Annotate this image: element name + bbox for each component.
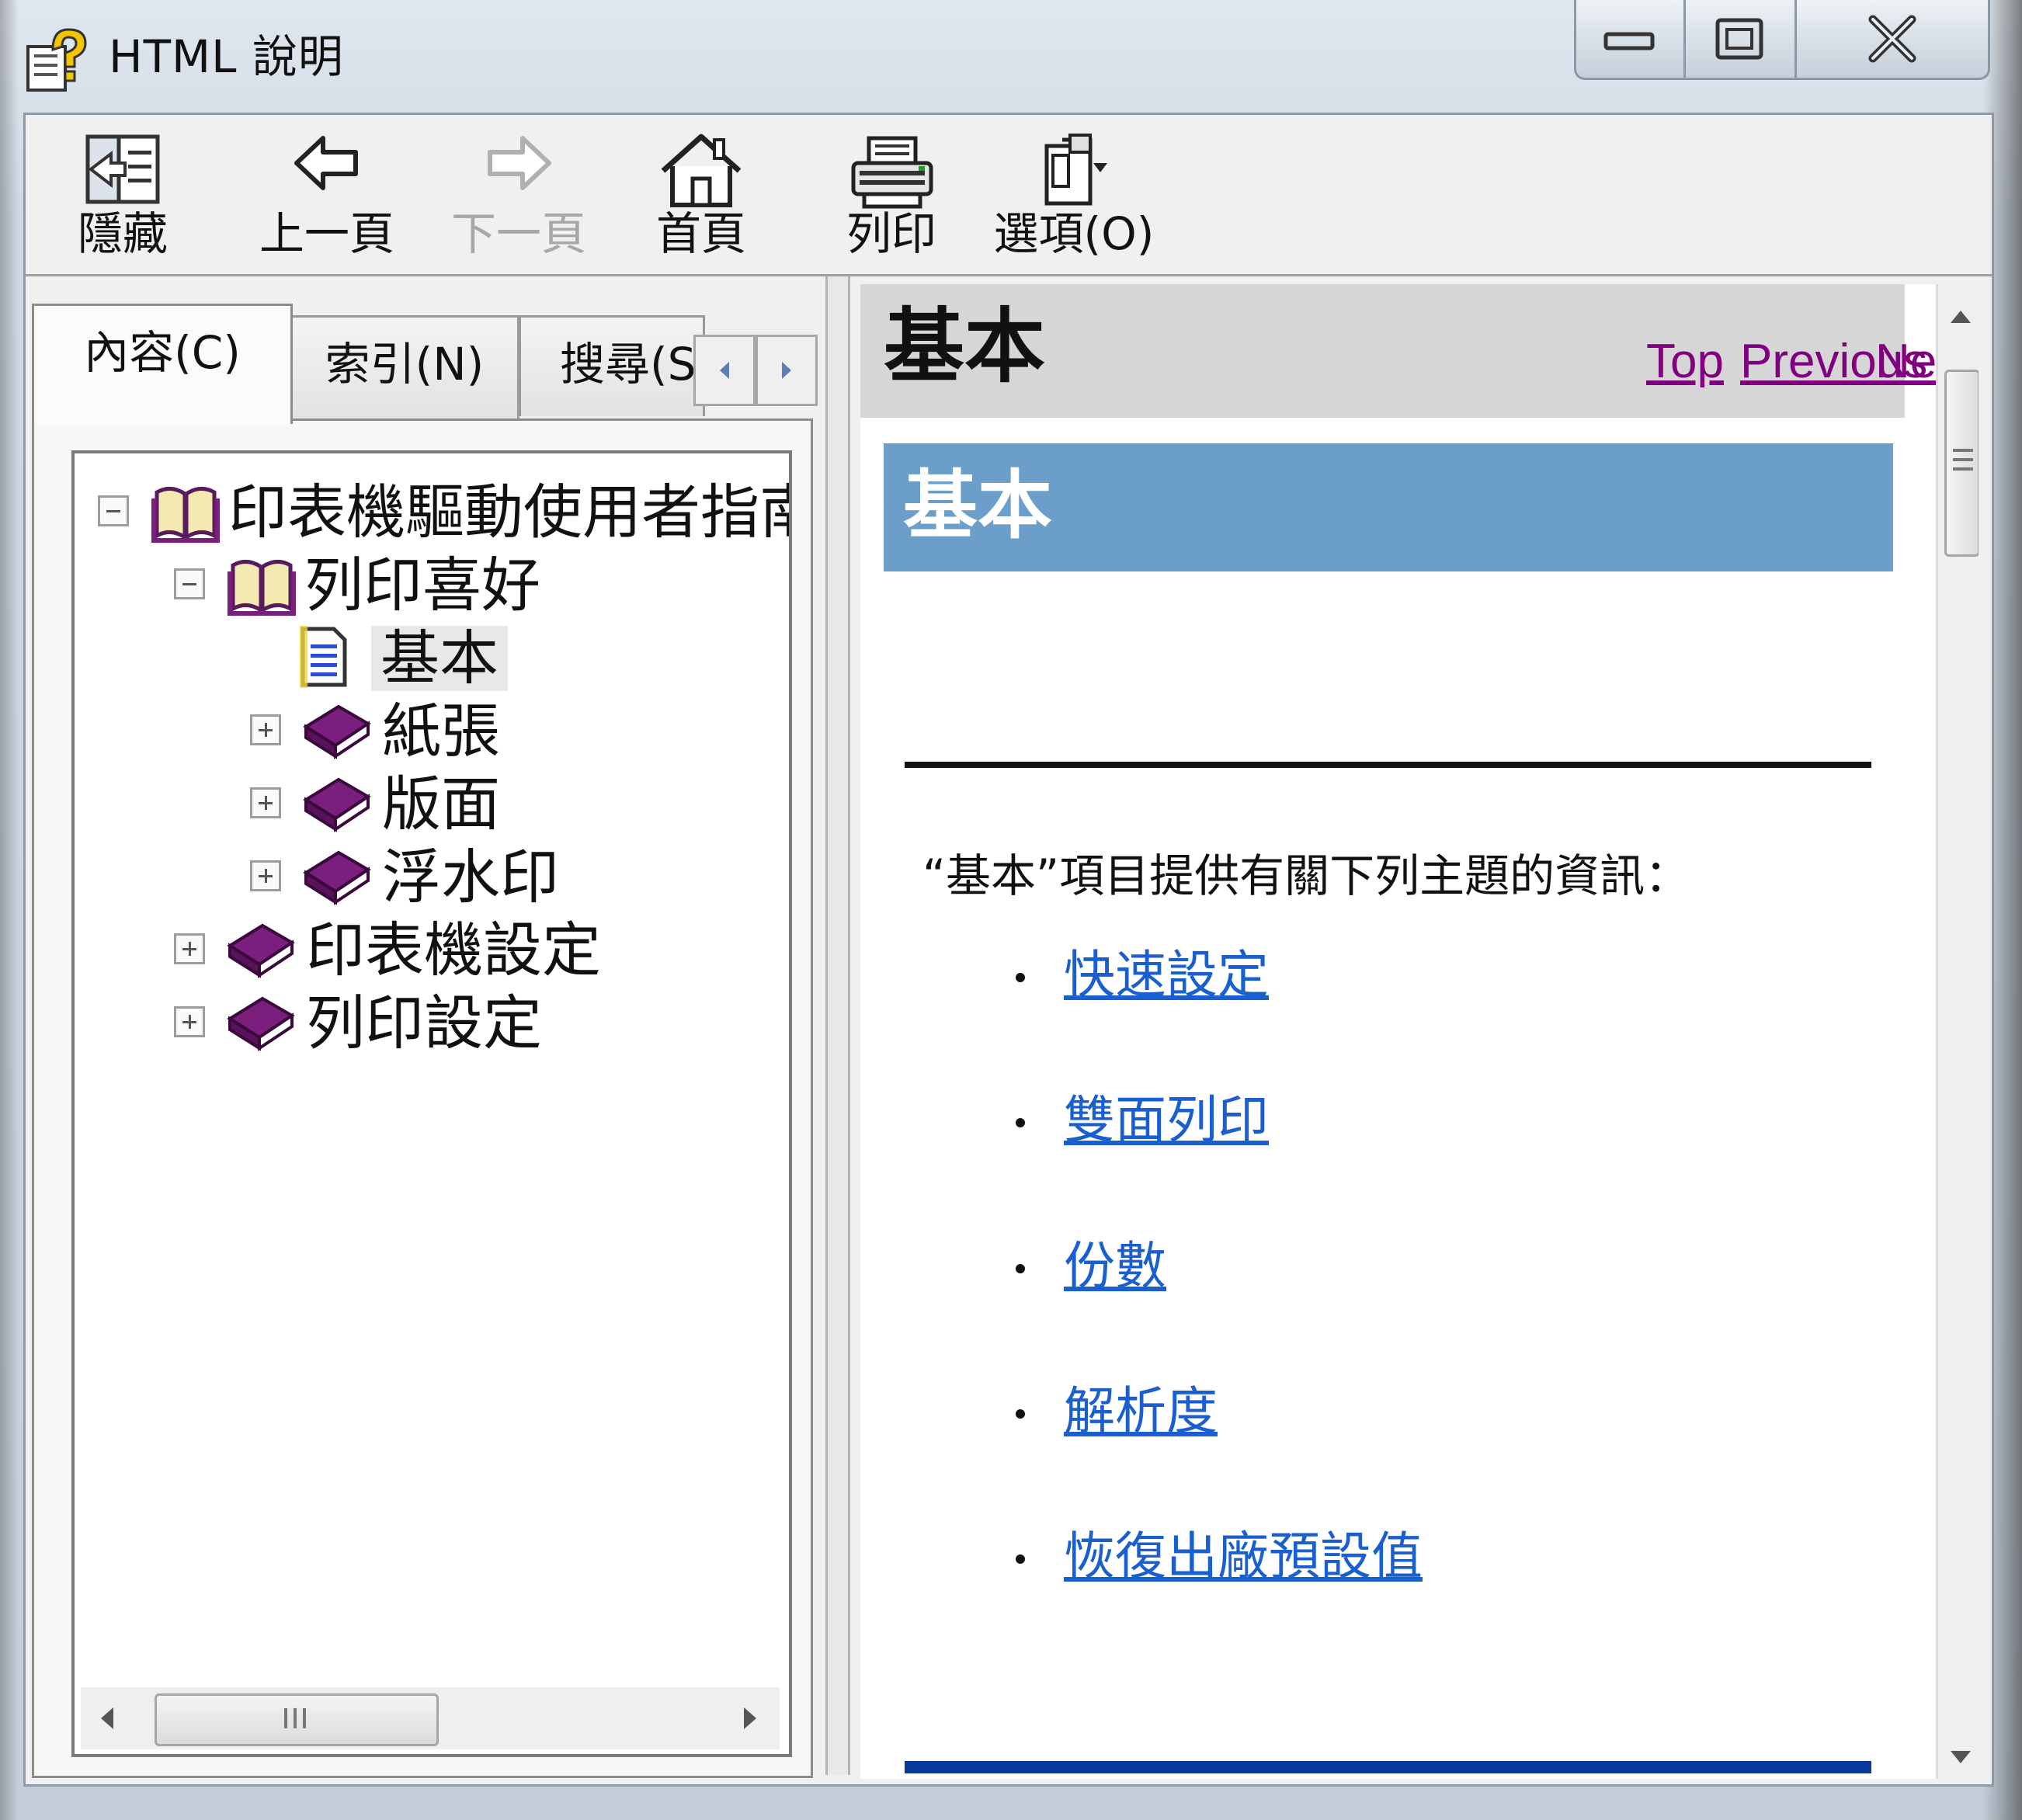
forward-button[interactable]: 下一頁	[426, 115, 612, 274]
toolbar: 隱藏 上一頁 下一頁 首頁 列印 選項(O)	[26, 115, 1992, 276]
expand-icon[interactable]	[250, 714, 281, 745]
section-divider	[905, 762, 1871, 768]
client-area: 隱藏 上一頁 下一頁 首頁 列印 選項(O) 內容(C) 索引(N) 搜尋(S)…	[23, 113, 1994, 1787]
print-button[interactable]: 列印	[829, 115, 954, 274]
hide-label: 隱藏	[77, 207, 168, 260]
topic-header-title: 基本	[884, 298, 1046, 394]
scroll-left-icon[interactable]	[98, 1704, 116, 1732]
tab-contents[interactable]: 內容(C)	[32, 304, 293, 424]
scroll-up-icon[interactable]	[1947, 307, 1974, 326]
minimize-button[interactable]	[1576, 0, 1686, 78]
contents-tab-panel: 印表機驅動使用者指南 列印喜好 基本 紙張 版面 浮水印 印表機設定 列印設定	[32, 419, 813, 1778]
arrow-left-icon	[720, 362, 729, 379]
maximize-button[interactable]	[1686, 0, 1797, 78]
tree-label-layout: 版面	[382, 769, 500, 839]
bullet	[1016, 1554, 1025, 1564]
title-bar[interactable]: HTML 說明	[0, 0, 2022, 113]
topic-link-quick-setup[interactable]: 快速設定	[1064, 940, 1269, 1010]
tab-scroll-right-button[interactable]	[756, 335, 818, 406]
book-icon	[301, 769, 371, 839]
options-label: 選項(O)	[993, 207, 1155, 260]
topic-link-resolution[interactable]: 解析度	[1064, 1377, 1218, 1447]
tab-scroll-left-button[interactable]	[693, 335, 756, 406]
arrow-right-icon	[782, 362, 791, 379]
caption-buttons	[1574, 0, 1990, 80]
collapse-icon[interactable]	[174, 568, 205, 599]
bullet	[1016, 1409, 1025, 1419]
forward-arrow-icon	[484, 132, 554, 197]
intro-text: “基本”項目提供有關下列主題的資訊：	[922, 849, 1690, 902]
open-book-icon	[227, 550, 297, 620]
help-app-icon	[23, 23, 93, 93]
grip-icon	[284, 1708, 306, 1728]
book-icon	[225, 988, 295, 1058]
back-button[interactable]: 上一頁	[234, 115, 420, 274]
topic-link-factory-defaults[interactable]: 恢復出廠預設值	[1064, 1522, 1423, 1592]
pane-splitter[interactable]	[825, 276, 850, 1775]
bullet	[1016, 1264, 1025, 1273]
tab-search[interactable]: 搜尋(S)	[519, 315, 705, 416]
scroll-right-icon[interactable]	[741, 1704, 759, 1732]
content-vertical-scrollbar[interactable]	[1936, 284, 1979, 1779]
back-label: 上一頁	[259, 207, 394, 260]
bullet	[1016, 1118, 1025, 1127]
topic-banner: 基本	[884, 443, 1893, 571]
tree-label-paper: 紙張	[382, 696, 500, 766]
topic-header-bar: 基本 Top Previous Next	[860, 284, 1974, 418]
close-icon	[1868, 15, 1916, 63]
vertical-scroll-thumb[interactable]	[1944, 370, 1979, 557]
book-icon	[225, 915, 295, 985]
tree-horizontal-scrollbar[interactable]	[81, 1687, 780, 1749]
expand-icon[interactable]	[250, 787, 281, 818]
tab-scroll-buttons	[693, 335, 818, 406]
contents-tree[interactable]: 印表機驅動使用者指南 列印喜好 基本 紙張 版面 浮水印 印表機設定 列印設定	[71, 450, 792, 1757]
tree-label-print-settings: 列印設定	[306, 988, 542, 1058]
open-book-icon	[151, 477, 221, 547]
maximize-icon	[1715, 18, 1763, 60]
window-title: HTML 說明	[109, 30, 344, 83]
scroll-down-icon[interactable]	[1947, 1748, 1974, 1766]
tree-label-printer-settings: 印表機設定	[306, 915, 601, 985]
bullet	[1016, 973, 1025, 982]
home-label: 首頁	[655, 207, 746, 260]
minimize-icon	[1603, 32, 1655, 50]
hide-pane-icon	[80, 132, 165, 210]
expand-icon[interactable]	[174, 1006, 205, 1037]
book-icon	[301, 842, 371, 912]
grip-icon	[1953, 449, 1973, 471]
book-icon	[301, 696, 371, 766]
tree-node-root[interactable]: 印表機驅動使用者指南	[98, 477, 792, 547]
tree-label-basic: 基本	[371, 626, 508, 691]
tab-index[interactable]: 索引(N)	[290, 315, 519, 419]
topic-content-pane: 基本 Top Previous Next 基本 “基本”項目提供有關下列主題的資…	[860, 284, 1979, 1779]
footer-bar	[905, 1761, 1871, 1773]
hide-button[interactable]: 隱藏	[64, 115, 181, 274]
help-page-icon	[297, 626, 351, 691]
close-button[interactable]	[1797, 0, 1988, 78]
banner-title: 基本	[903, 461, 1052, 549]
topic-link-duplex[interactable]: 雙面列印	[1064, 1085, 1269, 1155]
horizontal-scroll-thumb[interactable]	[155, 1693, 439, 1746]
options-button[interactable]: 選項(O)	[981, 115, 1167, 274]
expand-icon[interactable]	[250, 860, 281, 891]
collapse-icon[interactable]	[98, 495, 129, 526]
printer-icon	[849, 132, 934, 213]
tree-label-print-prefs: 列印喜好	[304, 551, 540, 620]
print-label: 列印	[846, 207, 936, 260]
navigation-pane: 內容(C) 索引(N) 搜尋(S) 印表機驅動使用者指南 列印喜好 基本 紙張 …	[26, 276, 818, 1778]
topic-link-copies[interactable]: 份數	[1064, 1231, 1166, 1301]
forward-label: 下一頁	[450, 207, 586, 260]
expand-icon[interactable]	[174, 933, 205, 964]
top-link[interactable]: Top	[1646, 331, 1724, 393]
back-arrow-icon	[292, 132, 362, 197]
home-button[interactable]: 首頁	[639, 115, 763, 274]
home-icon	[658, 132, 744, 213]
tree-label-watermark: 浮水印	[382, 842, 559, 912]
tree-label-root: 印表機驅動使用者指南	[228, 478, 792, 547]
options-icon	[1031, 132, 1117, 213]
